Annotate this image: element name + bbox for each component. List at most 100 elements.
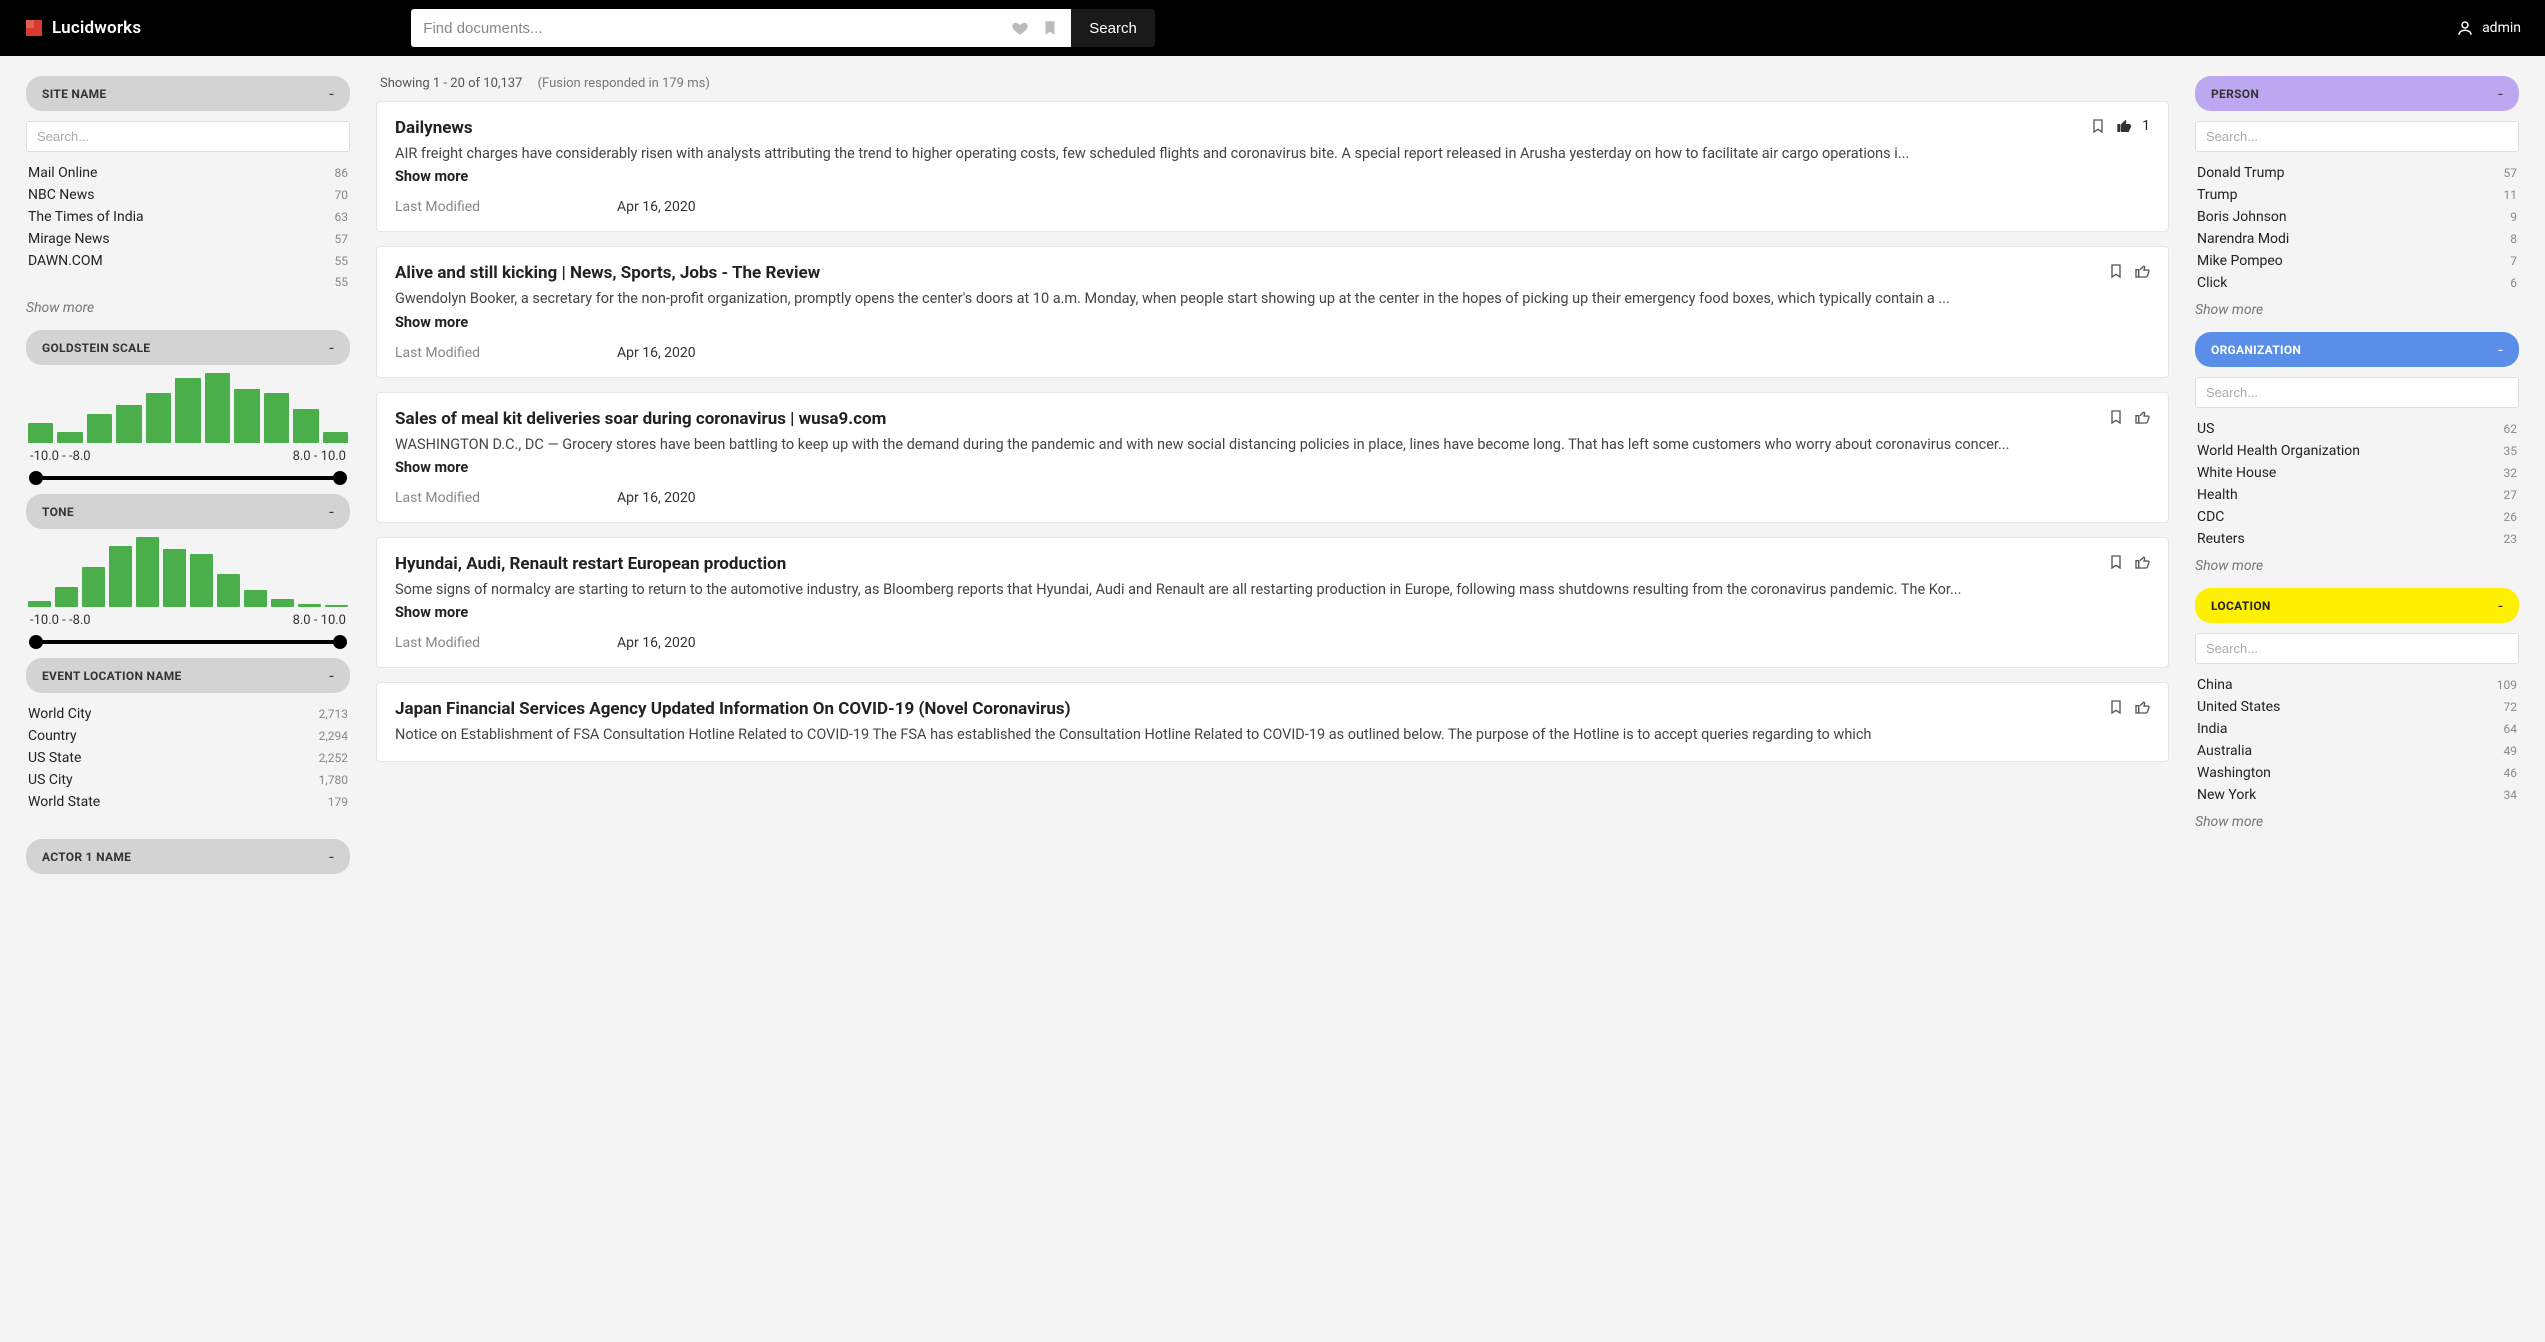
facet-item[interactable]: Mike Pompeo7 xyxy=(2195,250,2519,272)
result-title[interactable]: Alive and still kicking | News, Sports, … xyxy=(395,263,2108,283)
facet-item[interactable]: Trump11 xyxy=(2195,184,2519,206)
facet-item[interactable]: DAWN.COM55 xyxy=(26,250,350,272)
facet-header-goldstein[interactable]: GOLDSTEIN SCALE - xyxy=(26,330,350,365)
facet-item[interactable]: Reuters23 xyxy=(2195,528,2519,550)
show-more-site-name[interactable]: Show more xyxy=(26,300,350,316)
show-more-person[interactable]: Show more xyxy=(2195,302,2519,318)
histo-bar[interactable] xyxy=(163,549,186,607)
brand-logo[interactable]: Lucidworks xyxy=(24,18,141,38)
show-more-location[interactable]: Show more xyxy=(2195,814,2519,830)
histo-bar[interactable] xyxy=(325,605,348,607)
facet-item[interactable]: White House32 xyxy=(2195,462,2519,484)
histo-bar[interactable] xyxy=(116,405,141,443)
tone-slider[interactable] xyxy=(36,640,340,644)
facet-item[interactable]: World State179 xyxy=(26,791,350,813)
facet-item[interactable]: Mail Online86 xyxy=(26,162,350,184)
facet-item[interactable]: Boris Johnson9 xyxy=(2195,206,2519,228)
bookmark-icon[interactable] xyxy=(2108,263,2124,279)
result-show-more[interactable]: Show more xyxy=(395,314,2150,331)
facet-item[interactable]: China109 xyxy=(2195,674,2519,696)
bookmark-icon[interactable] xyxy=(2108,409,2124,425)
facet-search-location[interactable] xyxy=(2195,633,2519,664)
histo-bar[interactable] xyxy=(87,414,112,443)
slider-knob-high[interactable] xyxy=(333,471,347,485)
histo-bar[interactable] xyxy=(293,409,318,443)
result-show-more[interactable]: Show more xyxy=(395,604,2150,621)
bookmark-icon[interactable] xyxy=(2108,554,2124,570)
facet-item[interactable]: Mirage News57 xyxy=(26,228,350,250)
facet-header-event-location[interactable]: EVENT LOCATION NAME - xyxy=(26,658,350,693)
histo-bar[interactable] xyxy=(234,389,259,443)
result-show-more[interactable]: Show more xyxy=(395,168,2150,185)
histo-bar[interactable] xyxy=(175,378,200,443)
facet-search-person[interactable] xyxy=(2195,121,2519,152)
facet-item[interactable]: Country2,294 xyxy=(26,725,350,747)
goldstein-slider[interactable] xyxy=(36,476,340,480)
thumbs-up-icon[interactable] xyxy=(2134,263,2150,279)
search-box[interactable] xyxy=(411,9,1071,47)
histo-bar[interactable] xyxy=(264,393,289,443)
facet-header-site-name[interactable]: SITE NAME - xyxy=(26,76,350,111)
facet-item[interactable]: India64 xyxy=(2195,718,2519,740)
facet-item[interactable]: CDC26 xyxy=(2195,506,2519,528)
bookmark-icon[interactable] xyxy=(2108,699,2124,715)
slider-knob-low[interactable] xyxy=(29,635,43,649)
facet-item[interactable]: The Times of India63 xyxy=(26,206,350,228)
facet-header-actor1[interactable]: ACTOR 1 NAME - xyxy=(26,839,350,874)
facet-item[interactable]: Donald Trump57 xyxy=(2195,162,2519,184)
result-title[interactable]: Japan Financial Services Agency Updated … xyxy=(395,699,2108,719)
histo-bar[interactable] xyxy=(82,567,105,607)
histo-bar[interactable] xyxy=(28,423,53,443)
result-title[interactable]: Sales of meal kit deliveries soar during… xyxy=(395,409,2108,429)
histo-bar[interactable] xyxy=(28,601,51,607)
facet-item[interactable]: Washington46 xyxy=(2195,762,2519,784)
facet-header-location[interactable]: LOCATION - xyxy=(2195,588,2519,623)
favorite-icon[interactable] xyxy=(1011,19,1029,37)
facet-item[interactable]: Narendra Modi8 xyxy=(2195,228,2519,250)
bookmark-icon[interactable] xyxy=(1041,19,1059,37)
show-more-organization[interactable]: Show more xyxy=(2195,558,2519,574)
histo-bar[interactable] xyxy=(55,587,78,607)
result-title[interactable]: Dailynews xyxy=(395,118,2090,138)
histo-bar[interactable] xyxy=(146,393,171,443)
facet-item[interactable]: New York34 xyxy=(2195,784,2519,806)
histo-bar[interactable] xyxy=(244,590,267,607)
facet-item[interactable]: Click6 xyxy=(2195,272,2519,294)
histo-bar[interactable] xyxy=(298,604,321,607)
facet-item[interactable]: World City2,713 xyxy=(26,703,350,725)
histo-bar[interactable] xyxy=(271,599,294,607)
facet-item[interactable]: 55 xyxy=(26,272,350,292)
thumbs-up-icon[interactable] xyxy=(2134,699,2150,715)
histo-bar[interactable] xyxy=(109,546,132,607)
facet-item[interactable]: World Health Organization35 xyxy=(2195,440,2519,462)
bookmark-icon[interactable] xyxy=(2090,118,2106,134)
thumbs-up-icon[interactable] xyxy=(2134,554,2150,570)
facet-header-tone[interactable]: TONE - xyxy=(26,494,350,529)
facet-item[interactable]: US State2,252 xyxy=(26,747,350,769)
facet-header-organization[interactable]: ORGANIZATION - xyxy=(2195,332,2519,367)
histo-bar[interactable] xyxy=(205,373,230,443)
facet-search-site-name[interactable] xyxy=(26,121,350,152)
histo-bar[interactable] xyxy=(136,537,159,607)
thumbs-up-icon[interactable] xyxy=(2116,118,2132,134)
slider-knob-high[interactable] xyxy=(333,635,347,649)
facet-item[interactable]: NBC News70 xyxy=(26,184,350,206)
search-input[interactable] xyxy=(423,20,1011,37)
result-title[interactable]: Hyundai, Audi, Renault restart European … xyxy=(395,554,2108,574)
thumbs-up-icon[interactable] xyxy=(2134,409,2150,425)
user-menu[interactable]: admin xyxy=(2456,19,2521,37)
histo-bar[interactable] xyxy=(217,574,240,607)
facet-item[interactable]: Health27 xyxy=(2195,484,2519,506)
facet-item[interactable]: US City1,780 xyxy=(26,769,350,791)
result-show-more[interactable]: Show more xyxy=(395,459,2150,476)
facet-search-organization[interactable] xyxy=(2195,377,2519,408)
slider-knob-low[interactable] xyxy=(29,471,43,485)
facet-item[interactable]: US62 xyxy=(2195,418,2519,440)
facet-item[interactable]: Australia49 xyxy=(2195,740,2519,762)
facet-header-person[interactable]: PERSON - xyxy=(2195,76,2519,111)
facet-item[interactable]: United States72 xyxy=(2195,696,2519,718)
search-button[interactable]: Search xyxy=(1071,9,1155,47)
histo-bar[interactable] xyxy=(190,554,213,607)
histo-bar[interactable] xyxy=(57,432,82,443)
histo-bar[interactable] xyxy=(323,432,348,443)
